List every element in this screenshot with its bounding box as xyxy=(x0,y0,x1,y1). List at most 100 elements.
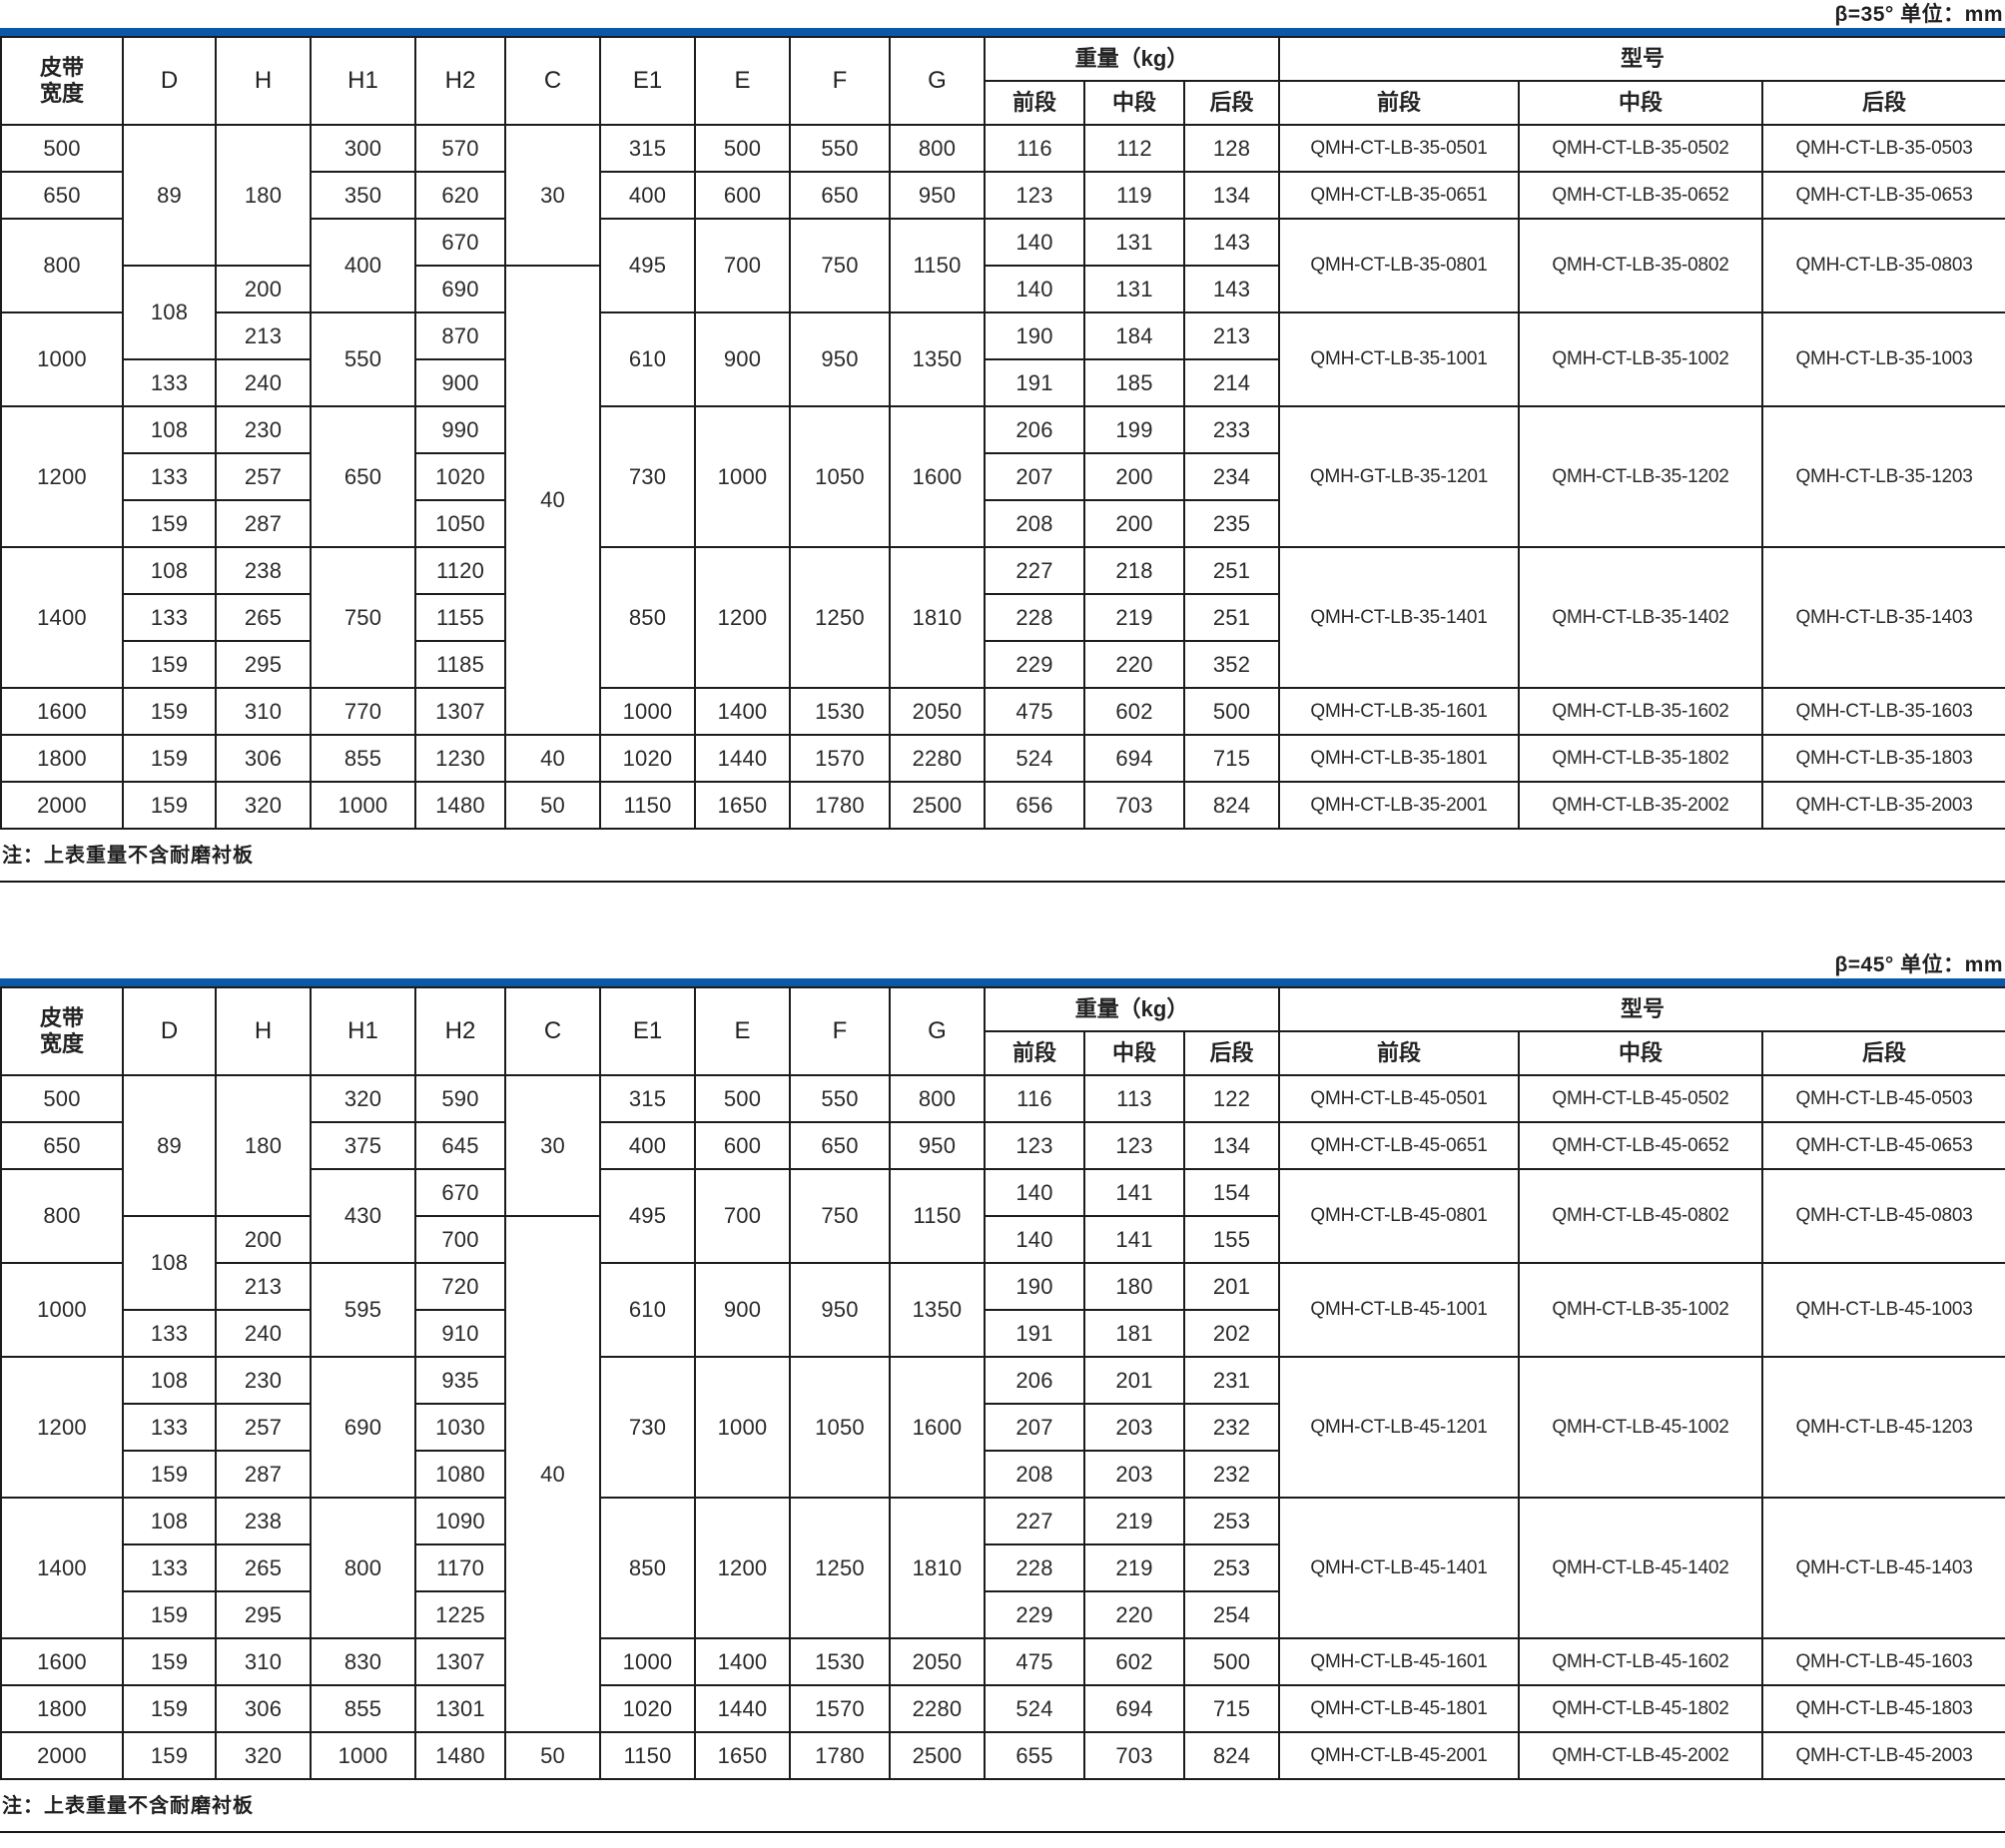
value-cell: 730 xyxy=(600,1357,695,1498)
column-header: 前段 xyxy=(1279,81,1519,125)
value-cell: 703 xyxy=(1084,1732,1184,1779)
value-cell: 656 xyxy=(985,782,1084,829)
value-cell: 159 xyxy=(123,782,216,829)
value-cell: 180 xyxy=(216,125,311,266)
value-cell: 257 xyxy=(216,1404,311,1451)
table-row: 2000159320100014805011501650178025006567… xyxy=(1,782,2005,829)
model-cell: QMH-CT-LB-35-0653 xyxy=(1762,172,2005,219)
column-header: E1 xyxy=(600,987,695,1075)
model-cell: QMH-CT-LB-45-1201 xyxy=(1279,1357,1519,1498)
value-cell: 208 xyxy=(985,500,1084,547)
value-cell: 141 xyxy=(1084,1169,1184,1216)
value-cell: 159 xyxy=(123,1591,216,1638)
value-cell: 1530 xyxy=(790,688,890,735)
value-cell: 200 xyxy=(1084,453,1184,500)
value-cell: 715 xyxy=(1184,735,1279,782)
value-cell: 1650 xyxy=(695,782,790,829)
model-cell: QMH-CT-LB-45-2001 xyxy=(1279,1732,1519,1779)
value-cell: 800 xyxy=(890,1075,985,1122)
value-cell: 495 xyxy=(600,1169,695,1263)
model-cell: QMH-CT-LB-45-0502 xyxy=(1519,1075,1762,1122)
value-cell: 2500 xyxy=(890,1732,985,1779)
value-cell: 207 xyxy=(985,453,1084,500)
value-cell: 108 xyxy=(123,1498,216,1544)
value-cell: 238 xyxy=(216,547,311,594)
value-cell: 524 xyxy=(985,735,1084,782)
value-cell: 143 xyxy=(1184,219,1279,266)
value-cell: 232 xyxy=(1184,1451,1279,1498)
value-cell: 430 xyxy=(311,1169,415,1263)
model-cell: QMH-CT-LB-45-2003 xyxy=(1762,1732,2005,1779)
value-cell: 950 xyxy=(790,312,890,406)
value-cell: 180 xyxy=(216,1075,311,1216)
value-cell: 240 xyxy=(216,359,311,406)
value-cell: 950 xyxy=(890,172,985,219)
value-cell: 310 xyxy=(216,1638,311,1685)
value-cell: 140 xyxy=(985,1216,1084,1263)
model-cell: QMH-CT-LB-35-1002 xyxy=(1519,1263,1762,1357)
value-cell: 320 xyxy=(216,1732,311,1779)
value-cell: 800 xyxy=(890,125,985,172)
model-cell: QMH-CT-LB-35-0652 xyxy=(1519,172,1762,219)
value-cell: 1570 xyxy=(790,735,890,782)
value-cell: 159 xyxy=(123,688,216,735)
value-cell: 232 xyxy=(1184,1404,1279,1451)
value-cell: 306 xyxy=(216,735,311,782)
value-cell: 218 xyxy=(1084,547,1184,594)
value-cell: 219 xyxy=(1084,1544,1184,1591)
value-cell: 670 xyxy=(415,1169,505,1216)
value-cell: 265 xyxy=(216,1544,311,1591)
value-cell: 1200 xyxy=(1,406,123,547)
column-header: 皮带 宽度 xyxy=(1,987,123,1075)
value-cell: 315 xyxy=(600,125,695,172)
value-cell: 230 xyxy=(216,406,311,453)
model-cell: QMH-CT-LB-35-1001 xyxy=(1279,312,1519,406)
value-cell: 206 xyxy=(985,1357,1084,1404)
value-cell: 214 xyxy=(1184,359,1279,406)
value-cell: 1200 xyxy=(1,1357,123,1498)
value-cell: 180 xyxy=(1084,1263,1184,1310)
value-cell: 610 xyxy=(600,1263,695,1357)
value-cell: 133 xyxy=(123,594,216,641)
value-cell: 206 xyxy=(985,406,1084,453)
value-cell: 133 xyxy=(123,1404,216,1451)
model-cell: QMH-CT-LB-35-0801 xyxy=(1279,219,1519,312)
value-cell: 1600 xyxy=(890,1357,985,1498)
value-cell: 600 xyxy=(695,172,790,219)
value-cell: 203 xyxy=(1084,1451,1184,1498)
value-cell: 475 xyxy=(985,688,1084,735)
value-cell: 1530 xyxy=(790,1638,890,1685)
model-cell: QMH-CT-LB-35-0501 xyxy=(1279,125,1519,172)
value-cell: 134 xyxy=(1184,172,1279,219)
value-cell: 154 xyxy=(1184,1169,1279,1216)
value-cell: 1000 xyxy=(600,688,695,735)
value-cell: 295 xyxy=(216,641,311,688)
table-row: 5008918032059030315500550800116113122QMH… xyxy=(1,1075,2005,1122)
value-cell: 500 xyxy=(1,125,123,172)
value-cell: 238 xyxy=(216,1498,311,1544)
value-cell: 159 xyxy=(123,1451,216,1498)
column-header: H xyxy=(216,987,311,1075)
value-cell: 1090 xyxy=(415,1498,505,1544)
table-note-beta35: 注：上表重量不含耐磨衬板 xyxy=(0,830,2005,883)
model-cell: QMH-CT-LB-45-0653 xyxy=(1762,1122,2005,1169)
value-cell: 257 xyxy=(216,453,311,500)
spec-table-beta35: 皮带 宽度DHH1H2CE1EFG重量（kg）型号前段中段后段前段中段后段500… xyxy=(0,36,2005,830)
model-cell: QMH-CT-LB-45-1801 xyxy=(1279,1685,1519,1732)
value-cell: 50 xyxy=(505,1732,600,1779)
value-cell: 190 xyxy=(985,1263,1084,1310)
value-cell: 1350 xyxy=(890,312,985,406)
value-cell: 320 xyxy=(311,1075,415,1122)
value-cell: 550 xyxy=(790,125,890,172)
value-cell: 400 xyxy=(600,1122,695,1169)
column-header: E xyxy=(695,37,790,125)
value-cell: 1307 xyxy=(415,688,505,735)
value-cell: 1800 xyxy=(1,1685,123,1732)
value-cell: 140 xyxy=(985,219,1084,266)
value-cell: 715 xyxy=(1184,1685,1279,1732)
model-cell: QMH-CT-LB-45-1602 xyxy=(1519,1638,1762,1685)
value-cell: 770 xyxy=(311,688,415,735)
model-cell: QMH-CT-LB-35-1003 xyxy=(1762,312,2005,406)
value-cell: 1800 xyxy=(1,735,123,782)
model-cell: QMH-CT-LB-45-0801 xyxy=(1279,1169,1519,1263)
